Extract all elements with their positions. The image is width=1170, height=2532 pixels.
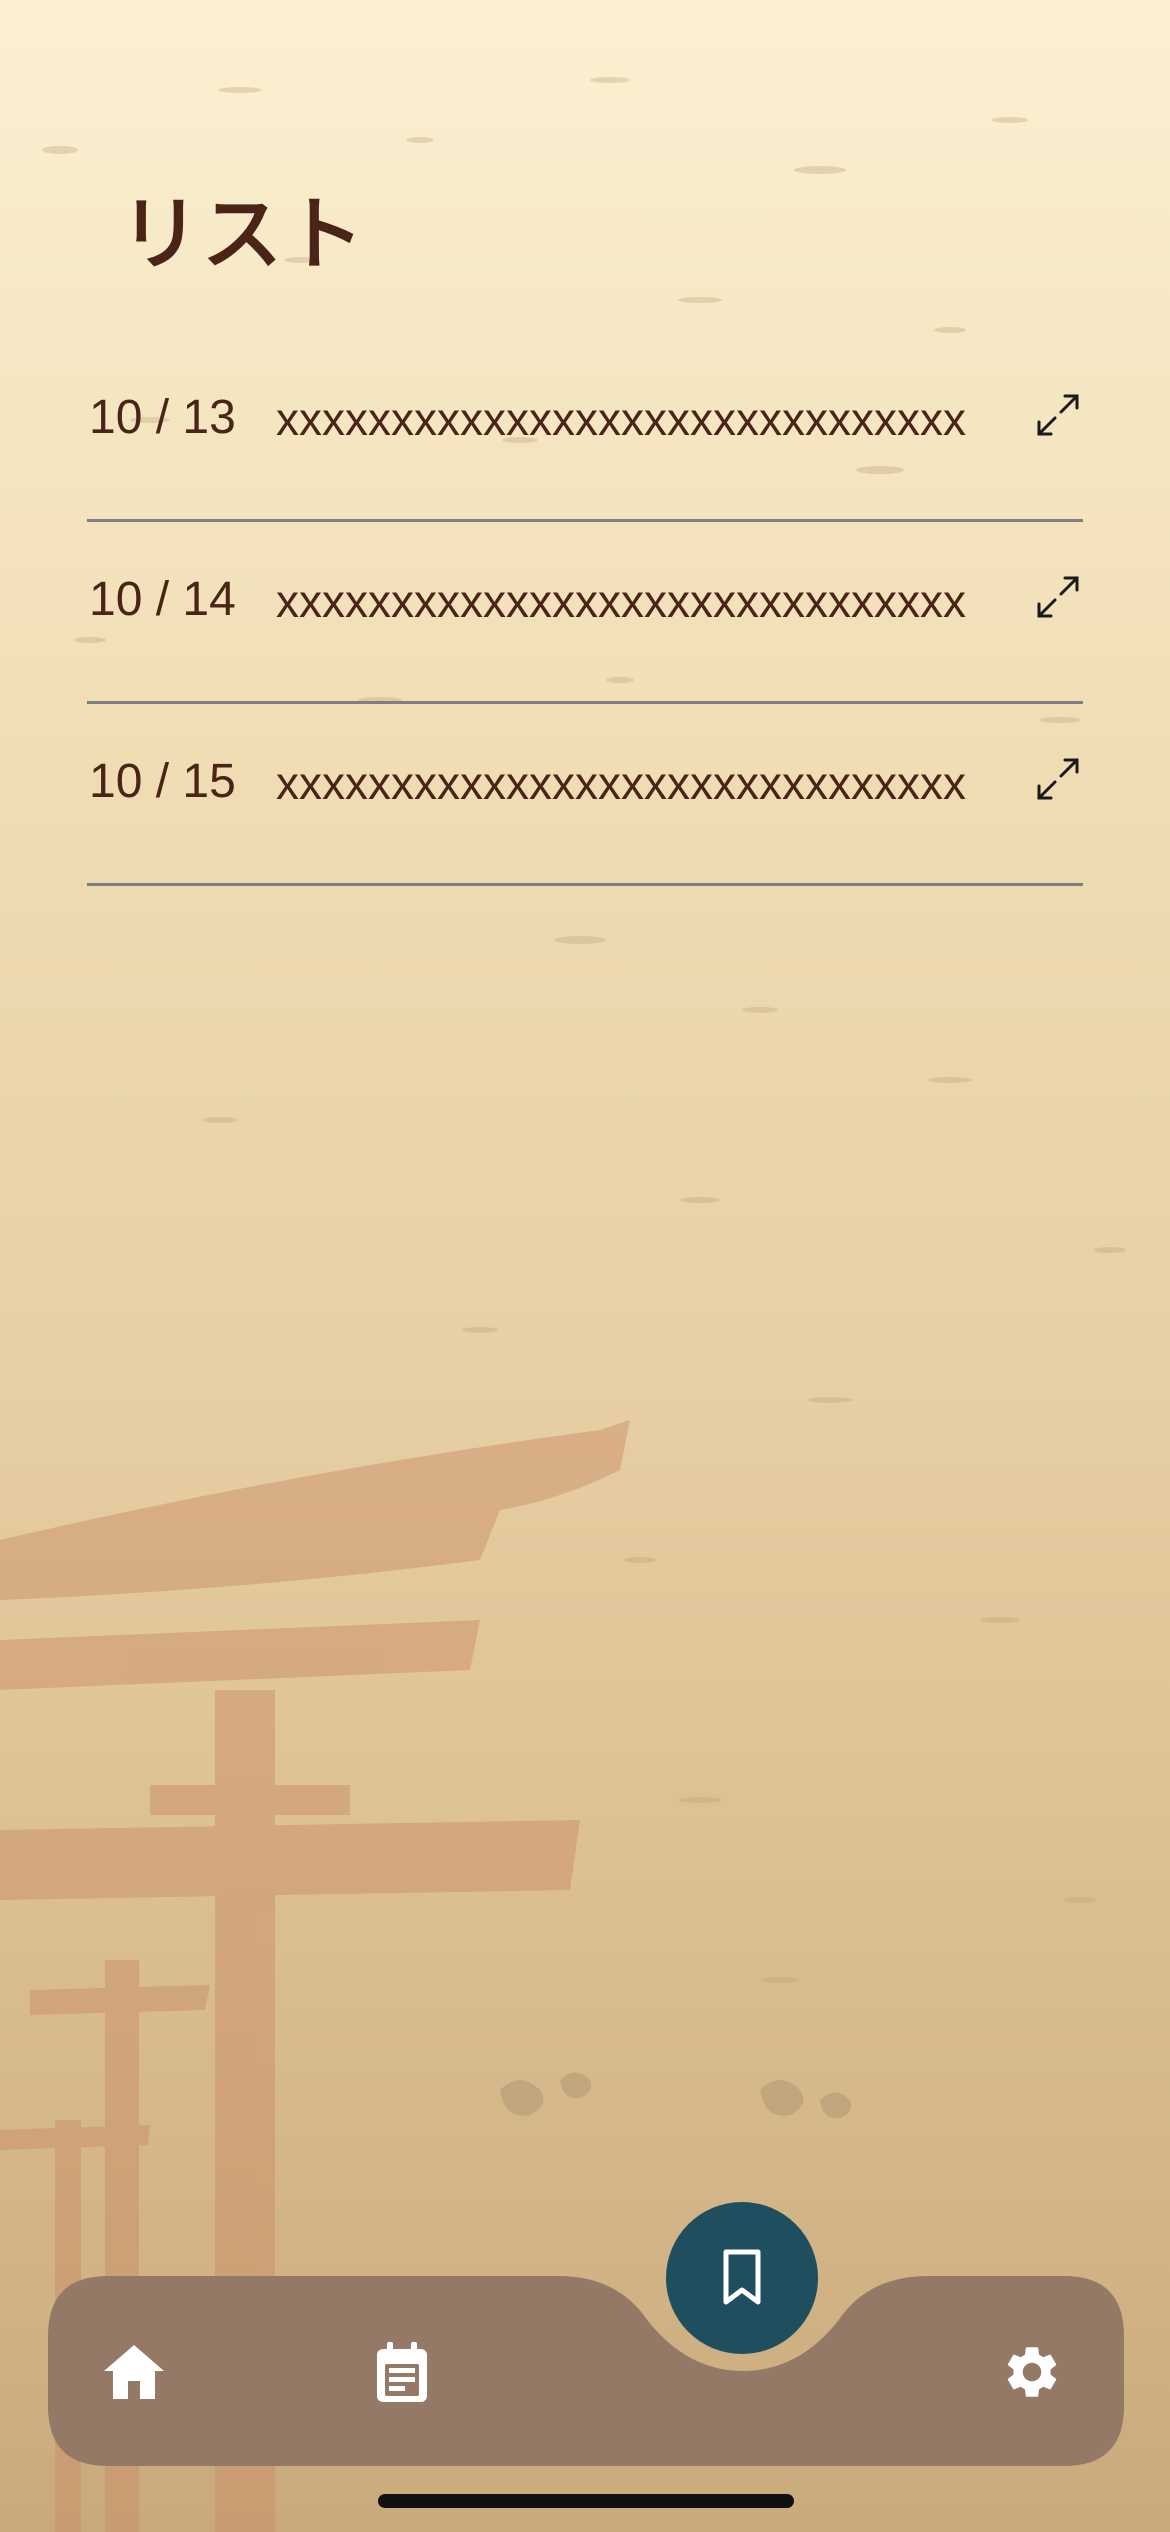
list-item-date: 10 / 15	[89, 755, 236, 808]
home-indicator	[378, 2494, 794, 2508]
page-title: リスト	[120, 188, 366, 281]
nav-bar-background	[48, 2276, 1124, 2466]
gear-icon	[1007, 2347, 1057, 2397]
list-item-date: 10 / 14	[89, 573, 236, 626]
nav-calendar-button[interactable]	[352, 2322, 452, 2422]
expand-icon[interactable]	[1033, 390, 1083, 440]
bookmark-icon	[723, 2249, 761, 2305]
nav-bookmark-button[interactable]	[666, 2202, 818, 2354]
list-item[interactable]: 10 / 15 xxxxxxxxxxxxxxxxxxxxxxxxxxxxxx	[87, 704, 1083, 886]
list-item-text: xxxxxxxxxxxxxxxxxxxxxxxxxxxxxx	[276, 575, 966, 627]
home-icon	[104, 2345, 164, 2399]
calendar-note-icon	[377, 2342, 427, 2402]
nav-settings-button[interactable]	[982, 2322, 1082, 2422]
expand-icon[interactable]	[1033, 572, 1083, 622]
list-item-date: 10 / 13	[89, 391, 236, 444]
nav-home-button[interactable]	[84, 2322, 184, 2422]
entry-list: 10 / 13 xxxxxxxxxxxxxxxxxxxxxxxxxxxxxx 1…	[87, 340, 1083, 886]
list-item[interactable]: 10 / 14 xxxxxxxxxxxxxxxxxxxxxxxxxxxxxx	[87, 522, 1083, 704]
expand-icon[interactable]	[1033, 754, 1083, 804]
list-item[interactable]: 10 / 13 xxxxxxxxxxxxxxxxxxxxxxxxxxxxxx	[87, 340, 1083, 522]
bottom-nav-bar	[48, 2276, 1124, 2466]
list-item-text: xxxxxxxxxxxxxxxxxxxxxxxxxxxxxx	[276, 393, 966, 445]
list-item-text: xxxxxxxxxxxxxxxxxxxxxxxxxxxxxx	[276, 757, 966, 809]
